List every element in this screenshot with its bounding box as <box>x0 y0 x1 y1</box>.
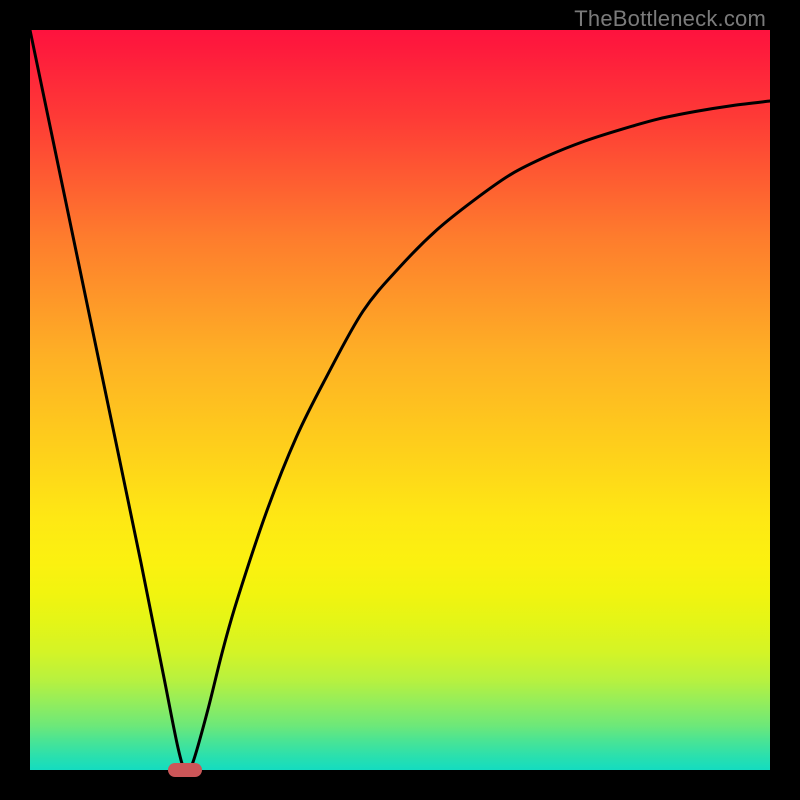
plot-area <box>30 30 770 770</box>
curve-layer <box>30 30 770 770</box>
chart-frame: TheBottleneck.com <box>0 0 800 800</box>
bottleneck-curve <box>30 30 770 771</box>
watermark-text: TheBottleneck.com <box>574 6 766 32</box>
minimum-marker <box>168 763 202 777</box>
